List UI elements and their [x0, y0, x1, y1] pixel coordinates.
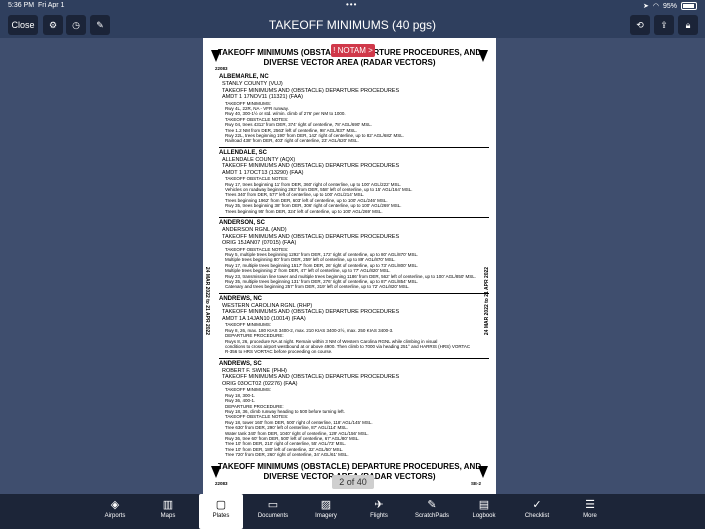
airport-section: ALLENDALE, SC ALLENDALE COUNTY (AQX) TAKEO…	[219, 146, 489, 214]
rotate-icon: ⟲	[636, 19, 644, 30]
tab-label: Airports	[104, 513, 126, 519]
airport-city: ANDREWS, SC	[219, 360, 262, 367]
tab-label: Maps	[160, 513, 176, 519]
multitask-dots[interactable]: •••	[346, 0, 357, 9]
page-indicator: 2 of 40	[332, 475, 374, 489]
airport-city: ALLENDALE, SC	[219, 149, 267, 156]
tab-checklist[interactable]: ✓ Checklist	[515, 494, 559, 529]
location-icon: ➤	[643, 3, 649, 10]
imagery-icon: ▨	[320, 499, 332, 511]
toolbar: Close ⚙ ◷ ✎ TAKEOFF MINIMUMS (40 pgs) ⟲ …	[0, 12, 705, 38]
airport-section: ANDERSON, SC ANDERSON RGNL (AND) TAKEOFF M…	[219, 217, 489, 290]
procedure-line: Tree 720' from DER, 260' right of center…	[225, 452, 349, 458]
doc-header-line2: DIVERSE VECTOR AREA (RADAR VECTORS)	[263, 58, 436, 67]
plate-viewer[interactable]: 22083 TAKEOFF MINIMUMS (OBSTACLE) DEPART…	[0, 38, 705, 494]
airport-city: ALBEMARLE, NC	[219, 74, 269, 80]
procedure-line: Railroad 438' from DER, 403' right of ce…	[225, 138, 359, 144]
tab-scratchpads[interactable]: ✎ ScratchPads	[410, 494, 454, 529]
rotate-button[interactable]: ⟲	[630, 15, 650, 35]
tab-label: Logbook	[472, 513, 496, 519]
status-date: Fri Apr 1	[38, 2, 65, 9]
tab-more[interactable]: ☰ More	[568, 494, 612, 529]
section-divider	[219, 357, 489, 359]
tab-label: More	[583, 513, 597, 519]
tab-imagery[interactable]: ▨ Imagery	[304, 494, 348, 529]
lock-button[interactable]: 🔒︎	[678, 15, 698, 35]
tab-label: ScratchPads	[414, 513, 450, 519]
lock-icon: 🔒︎	[685, 19, 691, 30]
tab-plates[interactable]: ▢ Plates	[199, 494, 243, 529]
tab-flights[interactable]: ✈ Flights	[357, 494, 401, 529]
scratchpads-icon: ✎	[427, 499, 437, 511]
document-page[interactable]: 22083 TAKEOFF MINIMUMS (OBSTACLE) DEPART…	[203, 38, 496, 494]
tab-label: Documents	[257, 513, 289, 519]
bottom-tab-bar: ◈ Airports ▥ Maps ▢ Plates ▭ Documents ▨ Imagery ✈…	[0, 494, 705, 529]
airport-section: ANDREWS, SC ROBERT F. SWINE (PHH) TAKEOFF …	[219, 357, 489, 458]
battery-percent: 95%	[662, 2, 677, 10]
notam-button[interactable]: ! NOTAM >	[331, 44, 375, 57]
tab-label: Imagery	[315, 513, 337, 519]
battery-icon	[681, 2, 697, 10]
section-divider	[219, 217, 489, 219]
flights-icon: ✈	[374, 499, 384, 511]
section-divider	[219, 146, 489, 148]
share-button[interactable]: ⇪	[654, 15, 674, 35]
doc-footer-line1: TAKEOFF MINIMUMS (OBSTACLE) DEPARTURE PR…	[217, 462, 482, 471]
tab-logbook[interactable]: ▤ Logbook	[462, 494, 506, 529]
plates-icon: ▢	[215, 499, 227, 511]
airport-city: ANDREWS, NC	[219, 295, 262, 302]
status-right: ➤ ◠ 95%	[643, 2, 697, 10]
status-bar: 5:36 PM Fri Apr 1 ••• ➤ ◠ 95%	[0, 0, 705, 12]
maps-icon: ▥	[162, 499, 174, 511]
tab-label: Checklist	[524, 513, 550, 519]
documents-icon: ▭	[267, 499, 279, 511]
tab-label: Plates	[212, 513, 230, 519]
airport-section: ALBEMARLE, NC STANLY COUNTY (VUJ) TAKEOFF …	[219, 74, 489, 144]
tab-airports[interactable]: ◈ Airports	[93, 494, 137, 529]
status-time: 5:36 PM	[8, 2, 35, 9]
section-divider	[219, 292, 489, 294]
airports-icon: ◈	[110, 499, 120, 511]
airport-section: ANDREWS, NC WESTERN CAROLINA RGNL (RHP) TA…	[219, 292, 489, 355]
validity-left: 24 MAR 2022 to 21 APR 2022	[204, 266, 211, 336]
procedure-line: Catenary and trees beginning 257' from D…	[225, 284, 410, 290]
tab-maps[interactable]: ▥ Maps	[146, 494, 190, 529]
page-title: TAKEOFF MINIMUMS (40 pgs)	[268, 18, 437, 32]
doc-content: ALBEMARLE, NC STANLY COUNTY (VUJ) TAKEOFF …	[219, 74, 489, 461]
wifi-icon: ◠	[652, 3, 659, 10]
procedure-line: R-356 to HRS VORTAC before proceeding on…	[225, 349, 333, 355]
share-icon: ⇪	[660, 19, 668, 30]
logbook-icon: ▤	[478, 499, 490, 511]
checklist-icon: ✓	[532, 499, 542, 511]
more-icon: ☰	[585, 499, 595, 511]
tab-label: Flights	[370, 513, 388, 519]
tab-documents[interactable]: ▭ Documents	[251, 494, 295, 529]
procedure-line: Trees beginning 95' from DER, 324' left …	[225, 208, 383, 214]
airport-city: ANDERSON, SC	[219, 220, 266, 227]
